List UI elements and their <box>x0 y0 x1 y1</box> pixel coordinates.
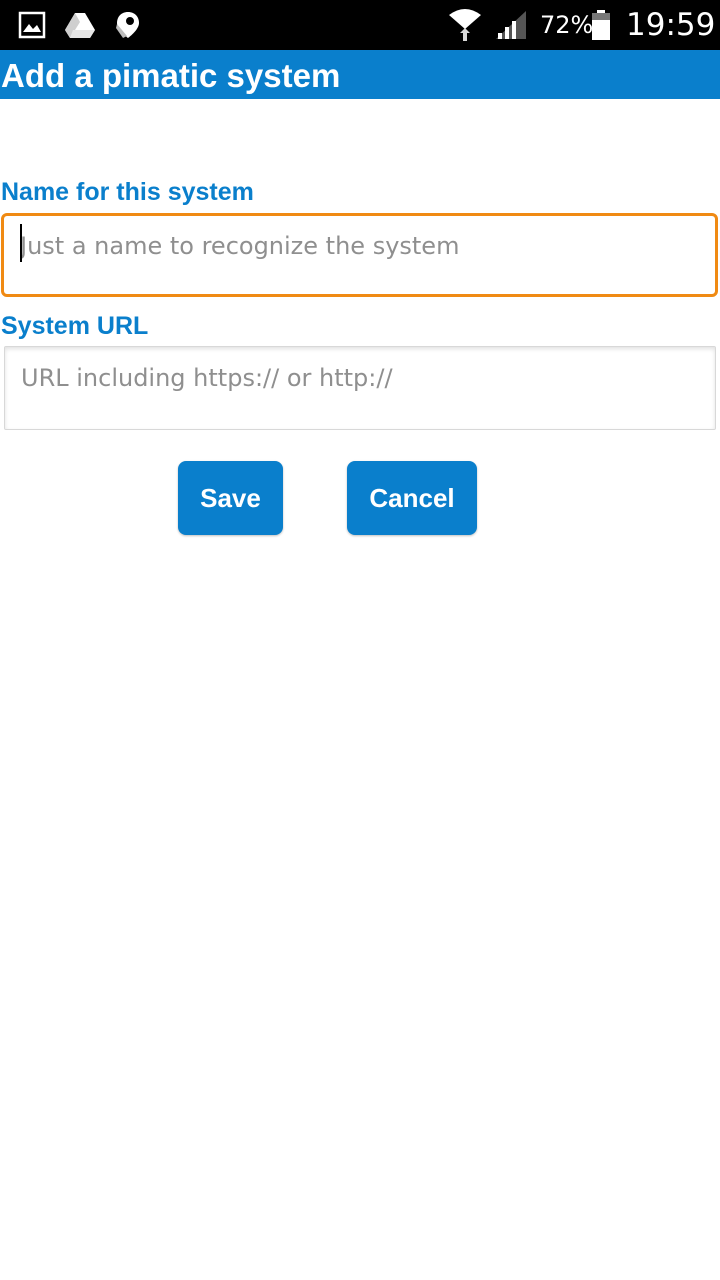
drive-icon <box>64 0 96 50</box>
system-url-input[interactable] <box>4 346 716 430</box>
status-bar: 72% 19:59 <box>0 0 720 50</box>
app-header: Add a pimatic system <box>0 50 720 99</box>
cancel-button[interactable]: Cancel <box>347 461 477 535</box>
text-cursor <box>20 224 22 262</box>
battery-icon <box>590 0 612 50</box>
maps-icon <box>114 0 142 50</box>
signal-icon <box>494 0 528 50</box>
name-field-label: Name for this system <box>1 178 254 206</box>
save-button[interactable]: Save <box>178 461 283 535</box>
system-name-input[interactable] <box>1 213 718 297</box>
gallery-icon <box>18 0 46 50</box>
wifi-icon <box>446 0 484 50</box>
page-title: Add a pimatic system <box>1 57 341 94</box>
url-field-label: System URL <box>1 312 149 340</box>
clock: 19:59 <box>626 7 716 43</box>
battery-percent: 72% <box>540 11 594 39</box>
